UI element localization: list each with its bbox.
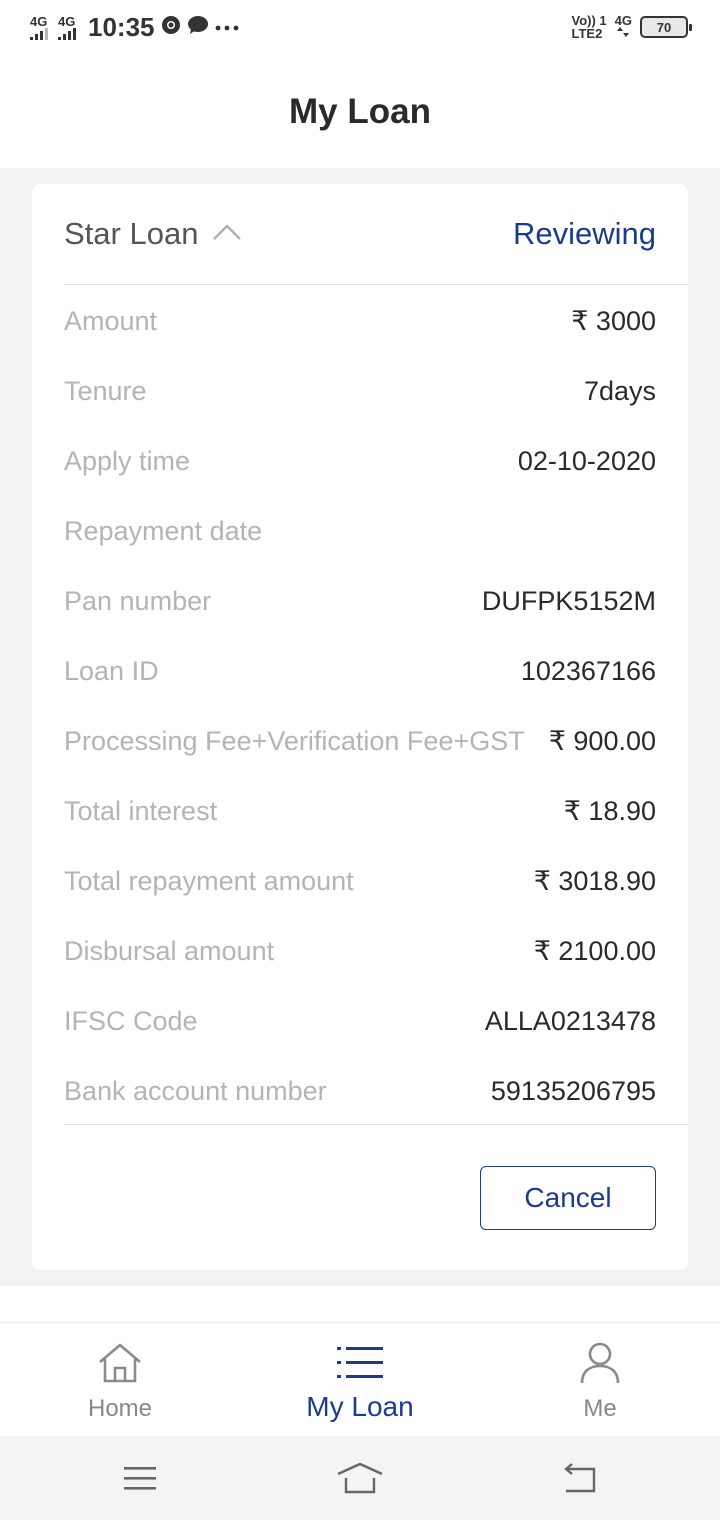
data-arrows-icon [616, 27, 629, 37]
network-4g-label: 4G [614, 13, 632, 28]
tab-me[interactable]: Me [480, 1323, 720, 1437]
battery-icon: 70 [640, 16, 692, 38]
detail-value: ₹ 3018.90 [533, 865, 656, 896]
detail-value: DUFPK5152M [481, 585, 656, 616]
chat-bubble-icon [187, 15, 209, 40]
bottom-tab-bar: Home My Loan Me [0, 1322, 720, 1436]
header-divider [64, 284, 688, 285]
home-icon [96, 1341, 144, 1385]
detail-label: Loan ID [64, 655, 159, 686]
detail-row-amount: Amount ₹ 3000 [64, 286, 656, 356]
detail-value: 7days [583, 375, 656, 406]
chrome-icon [161, 15, 181, 40]
loan-status: Reviewing [512, 216, 656, 251]
loan-details-list: Amount ₹ 3000 Tenure 7days Apply time 02… [64, 286, 656, 1126]
detail-row-total-repayment: Total repayment amount ₹ 3018.90 [64, 846, 656, 916]
person-icon [578, 1341, 622, 1385]
footer-divider [64, 1124, 688, 1125]
menu-icon[interactable] [120, 1460, 160, 1496]
detail-label: Processing Fee+Verification Fee+GST [64, 725, 525, 756]
detail-row-processing-fee: Processing Fee+Verification Fee+GST ₹ 90… [64, 706, 656, 776]
sim2-network-label: 4G [58, 14, 76, 29]
tab-home[interactable]: Home [0, 1323, 240, 1437]
detail-row-total-interest: Total interest ₹ 18.90 [64, 776, 656, 846]
status-bar: 4G 4G 10:35 Vo)) 1 LTE2 4G 70 [0, 0, 720, 56]
detail-value: 02-10-2020 [517, 445, 656, 476]
detail-row-bank-account: Bank account number 59135206795 [64, 1056, 656, 1126]
detail-row-apply-time: Apply time 02-10-2020 [64, 426, 656, 496]
tab-my-loan[interactable]: My Loan [240, 1323, 480, 1437]
page-title: My Loan [289, 92, 431, 131]
detail-value: 59135206795 [490, 1075, 656, 1106]
detail-value: ₹ 3000 [571, 305, 656, 336]
detail-row-loan-id: Loan ID 102367166 [64, 636, 656, 706]
detail-label: Bank account number [64, 1075, 327, 1106]
detail-label: Repayment date [64, 515, 263, 546]
app-header: My Loan [0, 56, 720, 168]
detail-value: 102367166 [520, 655, 656, 686]
back-icon[interactable] [560, 1460, 600, 1496]
home-nav-icon[interactable] [336, 1460, 384, 1496]
sim1-network-label: 4G [30, 14, 48, 29]
detail-label: IFSC Code [64, 1005, 198, 1036]
sim2-signal-icon: 4G [58, 15, 76, 40]
loan-card-header[interactable]: Star Loan Reviewing [64, 184, 656, 284]
sim1-signal-icon: 4G [30, 15, 48, 40]
detail-row-disbursal-amount: Disbursal amount ₹ 2100.00 [64, 916, 656, 986]
tab-label-me: Me [583, 1395, 617, 1422]
loan-product-name: Star Loan [64, 216, 199, 251]
detail-value: ALLA0213478 [484, 1005, 656, 1036]
detail-label: Apply time [64, 445, 191, 476]
detail-label: Total interest [64, 795, 218, 826]
detail-value: ₹ 2100.00 [533, 935, 656, 966]
detail-row-repayment-date: Repayment date [64, 496, 656, 566]
more-dots-icon [215, 19, 239, 37]
detail-label: Disbursal amount [64, 935, 275, 966]
tab-label-my-loan: My Loan [306, 1391, 414, 1422]
list-icon [337, 1341, 383, 1385]
chevron-up-icon[interactable] [212, 223, 242, 246]
detail-value: ₹ 900.00 [548, 725, 656, 756]
battery-level: 70 [656, 19, 672, 35]
tab-label-home: Home [87, 1395, 153, 1422]
detail-label: Tenure [64, 375, 147, 406]
cancel-button[interactable]: Cancel [480, 1166, 656, 1230]
detail-label: Amount [64, 305, 158, 336]
volte-indicator: Vo)) 1 LTE2 [572, 14, 607, 40]
detail-row-tenure: Tenure 7days [64, 356, 656, 426]
detail-value: ₹ 18.90 [563, 795, 656, 826]
network-4g-indicator: 4G [614, 13, 632, 39]
detail-row-pan-number: Pan number DUFPK5152M [64, 566, 656, 636]
loan-card: Star Loan Reviewing Amount ₹ 3000 Tenure… [32, 184, 688, 1270]
detail-label: Pan number [64, 585, 212, 616]
status-time: 10:35 [88, 12, 155, 42]
detail-label: Total repayment amount [64, 865, 354, 896]
detail-row-ifsc-code: IFSC Code ALLA0213478 [64, 986, 656, 1056]
volte-bottom-label: LTE2 [571, 26, 603, 41]
system-navigation-bar [0, 1436, 720, 1520]
